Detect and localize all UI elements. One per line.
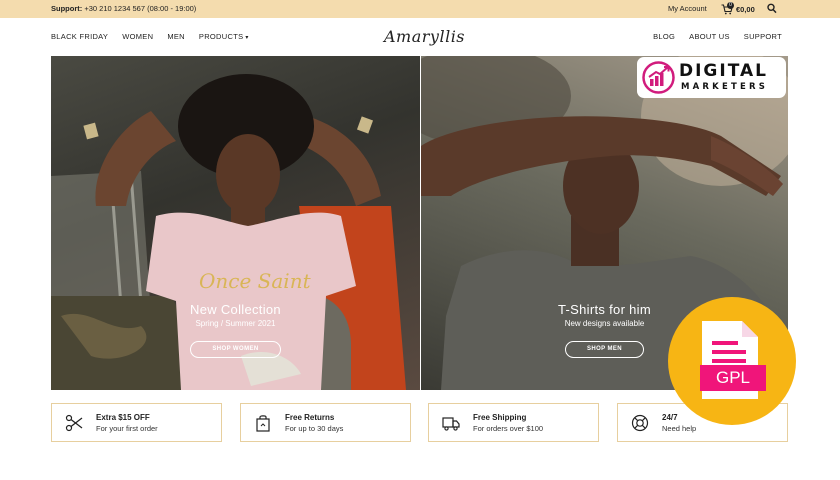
nav-products[interactable]: PRODUCTS ▾ <box>199 32 249 41</box>
secondary-menu: BLOG ABOUT US SUPPORT <box>653 32 782 41</box>
hero-women-title: New Collection <box>190 302 281 317</box>
main-navigation: BLACK FRIDAY WOMEN MEN PRODUCTS ▾ Amaryll… <box>0 18 840 56</box>
feature-discount: Extra $15 OFF For your first order <box>51 403 222 442</box>
scissors-icon <box>65 414 83 432</box>
support-phone: +30 210 1234 567 (08:00 - 19:00) <box>84 4 197 13</box>
nav-support[interactable]: SUPPORT <box>744 32 782 41</box>
gpl-label: GPL <box>700 365 766 391</box>
watermark-line-1: DIGITAL <box>679 61 768 81</box>
truck-icon <box>442 417 460 431</box>
feature-returns-title: Free Returns <box>285 413 335 422</box>
cart-button[interactable]: 0 €0,00 <box>721 2 755 16</box>
nav-men[interactable]: MEN <box>167 32 185 41</box>
cart-total: €0,00 <box>736 4 755 14</box>
lifebuoy-icon <box>631 414 649 432</box>
bag-return-icon <box>256 415 270 432</box>
feature-discount-subtitle: For your first order <box>96 424 158 433</box>
cart-count-badge: 0 <box>727 2 734 9</box>
feature-returns-subtitle: For up to 30 days <box>285 424 344 433</box>
feature-shipping-subtitle: For orders over $100 <box>473 424 544 433</box>
watermark-line-2: MARKETERS <box>681 82 769 92</box>
feature-shipping-title: Free Shipping <box>473 413 527 422</box>
hero-women-subtitle: Spring / Summer 2021 <box>195 319 276 328</box>
gpl-license-badge: GPL <box>668 297 796 425</box>
nav-about-us[interactable]: ABOUT US <box>689 32 730 41</box>
my-account-link[interactable]: My Account <box>668 4 707 13</box>
feature-returns: Free Returns For up to 30 days <box>240 403 411 442</box>
nav-products-label: PRODUCTS <box>198 32 244 41</box>
feature-discount-title: Extra $15 OFF <box>96 413 150 422</box>
primary-menu: BLACK FRIDAY WOMEN MEN PRODUCTS ▾ <box>51 32 249 41</box>
feature-support-subtitle: Need help <box>662 424 697 433</box>
woman-photo: Once Saint <box>51 74 406 390</box>
search-icon[interactable] <box>767 3 777 14</box>
chevron-down-icon: ▾ <box>245 35 249 41</box>
support-info: Support: +30 210 1234 567 (08:00 - 19:00… <box>51 4 196 13</box>
support-label: Support: <box>51 4 83 13</box>
hero-women-caption: New Collection Spring / Summer 2021 <box>51 302 420 328</box>
nav-black-friday[interactable]: BLACK FRIDAY <box>51 32 108 41</box>
site-logo[interactable]: Amaryllis <box>384 24 465 50</box>
feature-shipping: Free Shipping For orders over $100 <box>428 403 599 442</box>
nav-blog[interactable]: BLOG <box>653 32 675 41</box>
growth-chart-logo-icon <box>642 61 675 94</box>
shop-men-button[interactable]: SHOP MEN <box>565 341 644 358</box>
top-support-bar: Support: +30 210 1234 567 (08:00 - 19:00… <box>0 0 840 18</box>
digital-marketers-watermark: DIGITAL MARKETERS <box>637 57 786 98</box>
svg-text:Once Saint: Once Saint <box>199 269 312 293</box>
feature-support-title: 24/7 <box>662 413 678 422</box>
shop-women-button[interactable]: SHOP WOMEN <box>190 341 281 358</box>
nav-women[interactable]: WOMEN <box>122 32 153 41</box>
hero-women[interactable]: Once Saint New Collection Spring / Summe… <box>51 56 420 390</box>
